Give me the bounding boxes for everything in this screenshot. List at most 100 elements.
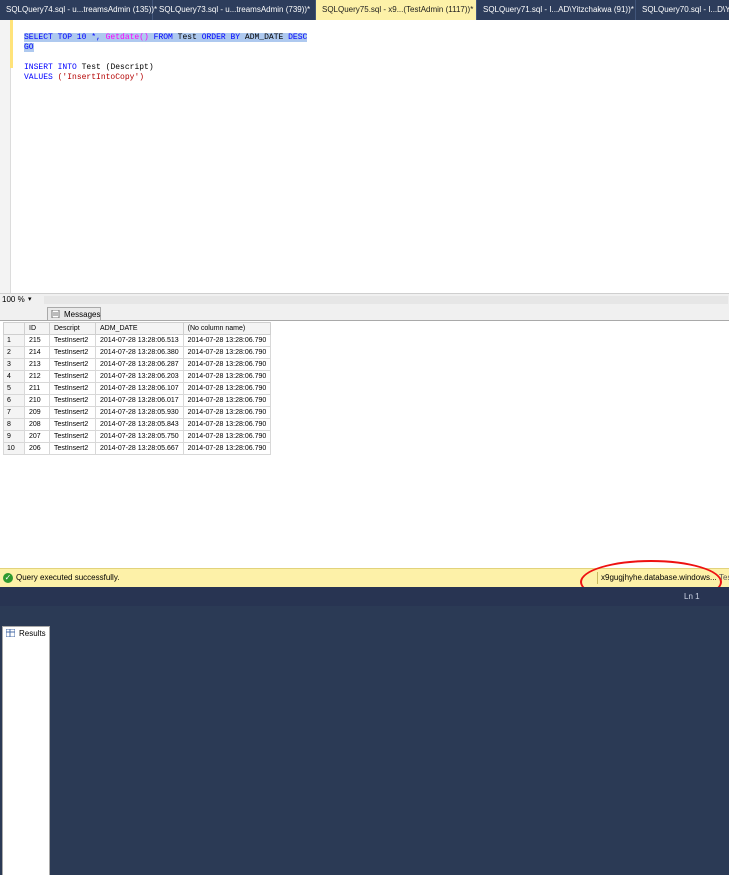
cell-adm-date[interactable]: 2014-07-28 13:28:06.107 xyxy=(95,382,184,395)
cell-id[interactable]: 209 xyxy=(24,406,50,419)
kw-desc: DESC xyxy=(288,33,308,42)
tab-sqlquery70[interactable]: SQLQuery70.sql - I...D\Yitz xyxy=(636,0,729,20)
cell-descript[interactable]: TestInsert2 xyxy=(49,430,96,443)
selected-line-1: SELECT TOP 10 *, Getdate() FROM Test ORD… xyxy=(24,33,308,42)
zoom-dropdown-icon[interactable]: ▾ xyxy=(28,294,32,306)
cell-id[interactable]: 208 xyxy=(24,418,50,431)
cursor-position: Ln 1 xyxy=(684,592,700,601)
fn-getdate: Getdate() xyxy=(105,33,149,42)
cell-getdate[interactable]: 2014-07-28 13:28:06.790 xyxy=(182,406,272,419)
cell-getdate[interactable]: 2014-07-28 13:28:06.790 xyxy=(182,394,272,407)
kw-select-top: SELECT TOP 10 *, xyxy=(24,33,101,42)
row-number[interactable]: 2 xyxy=(3,346,25,359)
cell-descript[interactable]: TestInsert2 xyxy=(49,358,96,371)
cell-getdate[interactable]: 2014-07-28 13:28:06.790 xyxy=(182,346,272,359)
cell-adm-date[interactable]: 2014-07-28 13:28:06.203 xyxy=(95,370,184,383)
table-row: 4 212 TestInsert2 2014-07-28 13:28:06.203 20… xyxy=(3,370,272,383)
table-row: 2 214 TestInsert2 2014-07-28 13:28:06.380 20… xyxy=(3,346,272,359)
cell-descript[interactable]: TestInsert2 xyxy=(49,418,96,431)
tab-messages-label: Messages xyxy=(64,310,101,319)
table-row: 9 207 TestInsert2 2014-07-28 13:28:05.750 20… xyxy=(3,430,272,443)
change-indicator xyxy=(10,20,13,68)
cell-adm-date[interactable]: 2014-07-28 13:28:06.017 xyxy=(95,394,184,407)
cell-getdate[interactable]: 2014-07-28 13:28:06.790 xyxy=(182,358,272,371)
cell-getdate[interactable]: 2014-07-28 13:28:06.790 xyxy=(182,418,272,431)
kw-insert-into: INSERT INTO xyxy=(24,63,77,72)
cell-adm-date[interactable]: 2014-07-28 13:28:06.287 xyxy=(95,358,184,371)
kw-from: FROM xyxy=(153,33,173,42)
tab-sqlquery71[interactable]: SQLQuery71.sql - I...AD\Yitzchakwa (91))… xyxy=(477,0,636,20)
cell-id[interactable]: 206 xyxy=(24,442,50,455)
cell-getdate[interactable]: 2014-07-28 13:28:06.790 xyxy=(182,370,272,383)
tab-sqlquery75[interactable]: SQLQuery75.sql - x9...(TestAdmin (1117))… xyxy=(316,0,477,20)
cell-adm-date[interactable]: 2014-07-28 13:28:06.513 xyxy=(95,334,184,347)
cell-descript[interactable]: TestInsert2 xyxy=(49,442,96,455)
cell-descript[interactable]: TestInsert2 xyxy=(49,406,96,419)
table-row: 10 206 TestInsert2 2014-07-28 13:28:05.667 2… xyxy=(3,442,272,455)
cell-descript[interactable]: TestInsert2 xyxy=(49,334,96,347)
cell-id[interactable]: 207 xyxy=(24,430,50,443)
cell-id[interactable]: 213 xyxy=(24,358,50,371)
zoom-level[interactable]: 100 % xyxy=(2,294,25,306)
cell-descript[interactable]: TestInsert2 xyxy=(49,394,96,407)
table-row: 6 210 TestInsert2 2014-07-28 13:28:06.017 20… xyxy=(3,394,272,407)
row-number[interactable]: 7 xyxy=(3,406,25,419)
code-area[interactable]: SELECT TOP 10 *, Getdate() FROM Test ORD… xyxy=(24,23,308,83)
row-number[interactable]: 3 xyxy=(3,358,25,371)
row-number[interactable]: 6 xyxy=(3,394,25,407)
cell-id[interactable]: 211 xyxy=(24,382,50,395)
cell-id[interactable]: 212 xyxy=(24,370,50,383)
cell-adm-date[interactable]: 2014-07-28 13:28:05.750 xyxy=(95,430,184,443)
grid-header-row: ID Descript ADM_DATE (No column name) xyxy=(3,322,272,335)
kw-go: GO xyxy=(24,43,34,52)
results-pane: ID Descript ADM_DATE (No column name) 12… xyxy=(0,320,729,569)
cell-adm-date[interactable]: 2014-07-28 13:28:06.380 xyxy=(95,346,184,359)
grid-corner[interactable] xyxy=(3,322,25,335)
cell-id[interactable]: 214 xyxy=(24,346,50,359)
row-number[interactable]: 8 xyxy=(3,418,25,431)
cell-adm-date[interactable]: 2014-07-28 13:28:05.667 xyxy=(95,442,184,455)
column-header-adm-date[interactable]: ADM_DATE xyxy=(95,322,184,335)
cell-getdate[interactable]: 2014-07-28 13:28:06.790 xyxy=(182,430,272,443)
row-number[interactable]: 1 xyxy=(3,334,25,347)
tab-results[interactable]: Results xyxy=(2,626,50,875)
row-number[interactable]: 4 xyxy=(3,370,25,383)
results-grid[interactable]: ID Descript ADM_DATE (No column name) 12… xyxy=(3,322,272,455)
column-header-descript[interactable]: Descript xyxy=(49,322,96,335)
row-number[interactable]: 9 xyxy=(3,430,25,443)
cell-adm-date[interactable]: 2014-07-28 13:28:05.843 xyxy=(95,418,184,431)
insert-column: (Descript) xyxy=(105,63,154,72)
kw-order-by: ORDER BY xyxy=(201,33,241,42)
insert-table: Test xyxy=(81,63,101,72)
insert-value: ('InsertIntoCopy') xyxy=(57,73,145,82)
cell-descript[interactable]: TestInsert2 xyxy=(49,382,96,395)
horizontal-scrollbar[interactable] xyxy=(44,296,728,304)
column-header-id[interactable]: ID xyxy=(24,322,50,335)
document-icon xyxy=(51,310,60,318)
tab-sqlquery74[interactable]: SQLQuery74.sql - u...treamsAdmin (135))* xyxy=(0,0,157,20)
table-name: Test xyxy=(177,33,197,42)
kw-values: VALUES xyxy=(24,73,53,82)
query-editor[interactable]: SELECT TOP 10 *, Getdate() FROM Test ORD… xyxy=(0,20,729,293)
cell-descript[interactable]: TestInsert2 xyxy=(49,346,96,359)
cell-id[interactable]: 210 xyxy=(24,394,50,407)
cell-getdate[interactable]: 2014-07-28 13:28:06.790 xyxy=(182,382,272,395)
row-number[interactable]: 5 xyxy=(3,382,25,395)
check-circle-icon: ✓ xyxy=(3,573,13,583)
results-tab-strip: Results Messages xyxy=(0,306,729,875)
tab-messages[interactable]: Messages xyxy=(47,307,101,321)
cell-id[interactable]: 215 xyxy=(24,334,50,347)
tab-sqlquery73[interactable]: SQLQuery73.sql - u...treamsAdmin (739))* xyxy=(153,0,316,20)
table-row: 3 213 TestInsert2 2014-07-28 13:28:06.287 20… xyxy=(3,358,272,371)
table-row: 8 208 TestInsert2 2014-07-28 13:28:05.843 20… xyxy=(3,418,272,431)
cell-adm-date[interactable]: 2014-07-28 13:28:05.930 xyxy=(95,406,184,419)
editor-zoom-bar: 100 % ▾ xyxy=(0,293,729,307)
cell-getdate[interactable]: 2014-07-28 13:28:06.790 xyxy=(182,442,272,455)
column-name: ADM_DATE xyxy=(244,33,284,42)
column-header-no-column-name[interactable]: (No column name) xyxy=(182,322,272,335)
table-row: 5 211 TestInsert2 2014-07-28 13:28:06.107 20… xyxy=(3,382,272,395)
table-row: 7 209 TestInsert2 2014-07-28 13:28:05.930 20… xyxy=(3,406,272,419)
cell-getdate[interactable]: 2014-07-28 13:28:06.790 xyxy=(182,334,272,347)
cell-descript[interactable]: TestInsert2 xyxy=(49,370,96,383)
row-number[interactable]: 10 xyxy=(3,442,25,455)
